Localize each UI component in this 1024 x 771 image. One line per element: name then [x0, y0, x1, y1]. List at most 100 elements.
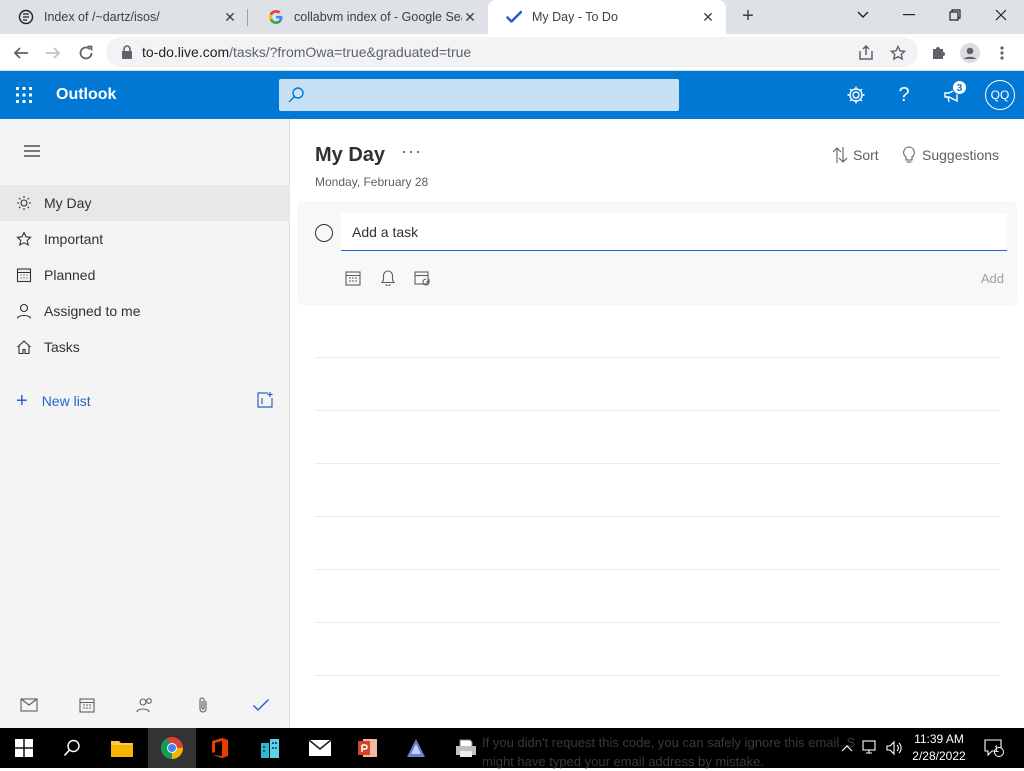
volume-icon[interactable] — [884, 728, 906, 768]
taskbar-clock[interactable]: 11:39 AM 2/28/2022 — [908, 731, 970, 765]
action-center-icon[interactable]: 1 — [980, 728, 1008, 768]
people-icon[interactable] — [135, 695, 155, 715]
calendar-app-icon[interactable] — [77, 695, 97, 715]
repeat-calendar-icon[interactable] — [414, 269, 432, 287]
tab-search-chevron-icon[interactable] — [840, 0, 886, 30]
page-date: Monday, February 28 — [315, 175, 429, 189]
app-switcher-footer — [0, 689, 290, 721]
list-options-more-icon[interactable]: ··· — [401, 141, 422, 162]
task-complete-circle-icon[interactable] — [315, 224, 333, 242]
mail-icon[interactable] — [19, 695, 39, 715]
tab-close-icon[interactable]: ✕ — [462, 9, 478, 25]
windows-start-icon[interactable] — [0, 728, 48, 768]
background-text-line: If you didn't request this code, you can… — [482, 735, 856, 750]
sidebar-item-planned[interactable]: Planned — [0, 257, 290, 293]
file-explorer-folder-icon[interactable] — [98, 728, 146, 768]
restore-icon[interactable] — [932, 0, 978, 30]
browser-tab-todo[interactable]: My Day - To Do ✕ — [488, 0, 726, 34]
new-list-button[interactable]: + New list — [0, 383, 290, 419]
empty-task-row-divider — [315, 622, 1000, 623]
app-launcher-waffle-icon[interactable] — [12, 83, 36, 107]
mail-envelope-icon[interactable] — [296, 728, 344, 768]
help-question-icon[interactable]: ? — [892, 83, 916, 107]
close-window-icon[interactable] — [978, 0, 1024, 30]
empty-task-row-divider — [315, 463, 1000, 464]
add-task-button[interactable]: Add — [981, 271, 1004, 286]
hamburger-menu-icon[interactable] — [20, 139, 44, 163]
clock-time: 11:39 AM — [914, 732, 964, 746]
person-icon — [16, 303, 32, 319]
powerpoint-icon[interactable] — [344, 728, 392, 768]
avatar[interactable]: QQ — [985, 80, 1015, 110]
add-task-card: Add — [299, 203, 1016, 304]
sidebar-item-label: Tasks — [44, 339, 80, 355]
sidebar-item-tasks[interactable]: Tasks — [0, 329, 290, 365]
share-icon[interactable] — [853, 40, 879, 66]
triangle-app-icon[interactable] — [392, 728, 440, 768]
due-date-calendar-icon[interactable] — [344, 269, 362, 287]
todo-checkmark-favicon-icon — [506, 9, 522, 25]
sidebar: My Day Important Planned Assigned to me … — [0, 119, 290, 728]
tray-chevron-up-icon[interactable] — [838, 728, 856, 768]
tab-title: Index of /~dartz/isos/ — [44, 10, 160, 24]
new-list-label: New list — [41, 393, 91, 409]
url-text: to-do.live.com/tasks/?fromOwa=true&gradu… — [142, 44, 471, 60]
sidebar-item-label: My Day — [44, 195, 92, 211]
buildings-app-icon[interactable] — [246, 728, 294, 768]
page-title: My Day — [315, 144, 386, 166]
empty-task-row-divider — [315, 675, 1000, 676]
browser-tab-index[interactable]: Index of /~dartz/isos/ ✕ — [0, 0, 248, 34]
address-bar[interactable]: to-do.live.com/tasks/?fromOwa=true&gradu… — [106, 37, 918, 67]
sidebar-item-label: Planned — [44, 267, 96, 283]
chrome-taskbar-icon[interactable] — [148, 728, 196, 768]
back-arrow-icon[interactable] — [8, 40, 34, 66]
paperclip-icon[interactable] — [193, 695, 213, 715]
extensions-puzzle-icon[interactable] — [925, 40, 951, 66]
empty-task-row-divider — [315, 410, 1000, 411]
profile-icon[interactable] — [957, 40, 983, 66]
home-icon — [16, 339, 32, 355]
forward-arrow-icon[interactable] — [40, 40, 66, 66]
add-task-input[interactable] — [341, 213, 1007, 250]
taskbar-search-icon[interactable] — [48, 728, 96, 768]
search-box[interactable] — [279, 79, 679, 111]
new-tab-icon[interactable]: + — [737, 5, 759, 27]
clock-date: 2/28/2022 — [912, 749, 966, 763]
empty-task-row-divider — [315, 357, 1000, 358]
reload-icon[interactable] — [73, 40, 99, 66]
tab-title: My Day - To Do — [532, 10, 618, 24]
sort-arrows-icon — [831, 146, 849, 164]
new-group-icon[interactable] — [256, 391, 276, 411]
sidebar-item-my-day[interactable]: My Day — [0, 185, 290, 221]
google-favicon-icon — [268, 9, 284, 25]
chrome-menu-icon[interactable] — [989, 40, 1015, 66]
bookmark-star-icon[interactable] — [885, 40, 911, 66]
sidebar-item-assigned[interactable]: Assigned to me — [0, 293, 290, 329]
reminder-bell-icon[interactable] — [379, 269, 397, 287]
plus-icon: + — [16, 389, 28, 412]
sidebar-item-important[interactable]: Important — [0, 221, 290, 257]
suggestions-label: Suggestions — [922, 147, 1000, 163]
tab-close-icon[interactable]: ✕ — [700, 9, 716, 25]
network-icon[interactable] — [860, 728, 882, 768]
browser-tab-google[interactable]: collabvm index of - Google Searc ✕ — [250, 0, 488, 34]
outlook-header: Outlook ? 3 — [0, 71, 1024, 119]
lock-icon[interactable] — [120, 45, 134, 59]
server-favicon-icon — [18, 9, 34, 25]
suggestions-button[interactable]: Suggestions — [900, 146, 999, 164]
background-text-line: might have typed your email address by m… — [482, 754, 764, 769]
app-brand[interactable]: Outlook — [56, 86, 116, 104]
empty-task-row-divider — [315, 569, 1000, 570]
star-icon — [16, 231, 32, 247]
todo-check-icon[interactable] — [251, 695, 271, 715]
tab-separator — [247, 9, 248, 26]
sort-label: Sort — [853, 147, 879, 163]
windows-taskbar: If you didn't request this code, you can… — [0, 728, 1024, 769]
sort-button[interactable]: Sort — [831, 146, 879, 164]
settings-gear-icon[interactable] — [844, 83, 868, 107]
tab-close-icon[interactable]: ✕ — [222, 9, 238, 25]
main-content: My Day ··· Monday, February 28 Sort Sugg… — [291, 119, 1024, 728]
minimize-icon[interactable] — [886, 0, 932, 30]
tab-title: collabvm index of - Google Searc — [294, 10, 462, 24]
office-icon[interactable] — [196, 728, 244, 768]
